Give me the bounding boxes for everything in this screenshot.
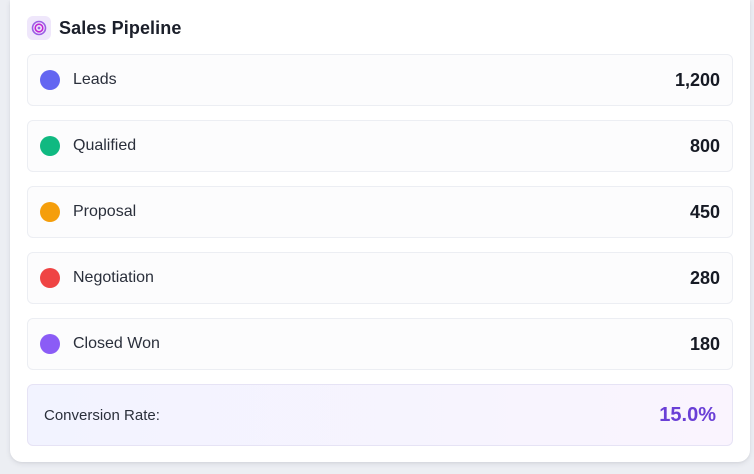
stage-color-dot	[40, 334, 60, 354]
pipeline-stage-negotiation: Negotiation 280	[27, 252, 733, 304]
stage-label: Closed Won	[73, 335, 160, 352]
stage-label: Proposal	[73, 203, 137, 220]
stage-color-dot	[40, 268, 60, 288]
card-header: Sales Pipeline	[27, 16, 181, 40]
pipeline-stage-list: Leads 1,200 Qualified 800 Proposal 450 N…	[27, 54, 733, 384]
stage-value: 180	[689, 333, 720, 354]
pipeline-stage-qualified: Qualified 800	[27, 120, 733, 172]
stage-label: Leads	[73, 71, 117, 88]
stage-value: 280	[689, 267, 720, 288]
target-icon	[27, 16, 51, 40]
pipeline-stage-proposal: Proposal 450	[27, 186, 733, 238]
stage-color-dot	[40, 202, 60, 222]
stage-label: Negotiation	[73, 269, 154, 286]
stage-color-dot	[40, 70, 60, 90]
stage-value: 1,200	[674, 69, 720, 90]
conversion-rate-label: Conversion Rate:	[44, 406, 160, 424]
pipeline-stage-leads: Leads 1,200	[27, 54, 733, 106]
stage-color-dot	[40, 136, 60, 156]
sales-pipeline-card: Sales Pipeline Leads 1,200 Qualified 800…	[10, 0, 750, 462]
card-title: Sales Pipeline	[59, 17, 182, 38]
stage-value: 800	[689, 135, 720, 156]
stage-value: 450	[689, 201, 720, 222]
pipeline-stage-closed-won: Closed Won 180	[27, 318, 733, 370]
conversion-rate-box: Conversion Rate: 15.0%	[27, 384, 733, 446]
stage-label: Qualified	[73, 137, 137, 154]
conversion-rate-value: 15.0%	[659, 403, 716, 426]
